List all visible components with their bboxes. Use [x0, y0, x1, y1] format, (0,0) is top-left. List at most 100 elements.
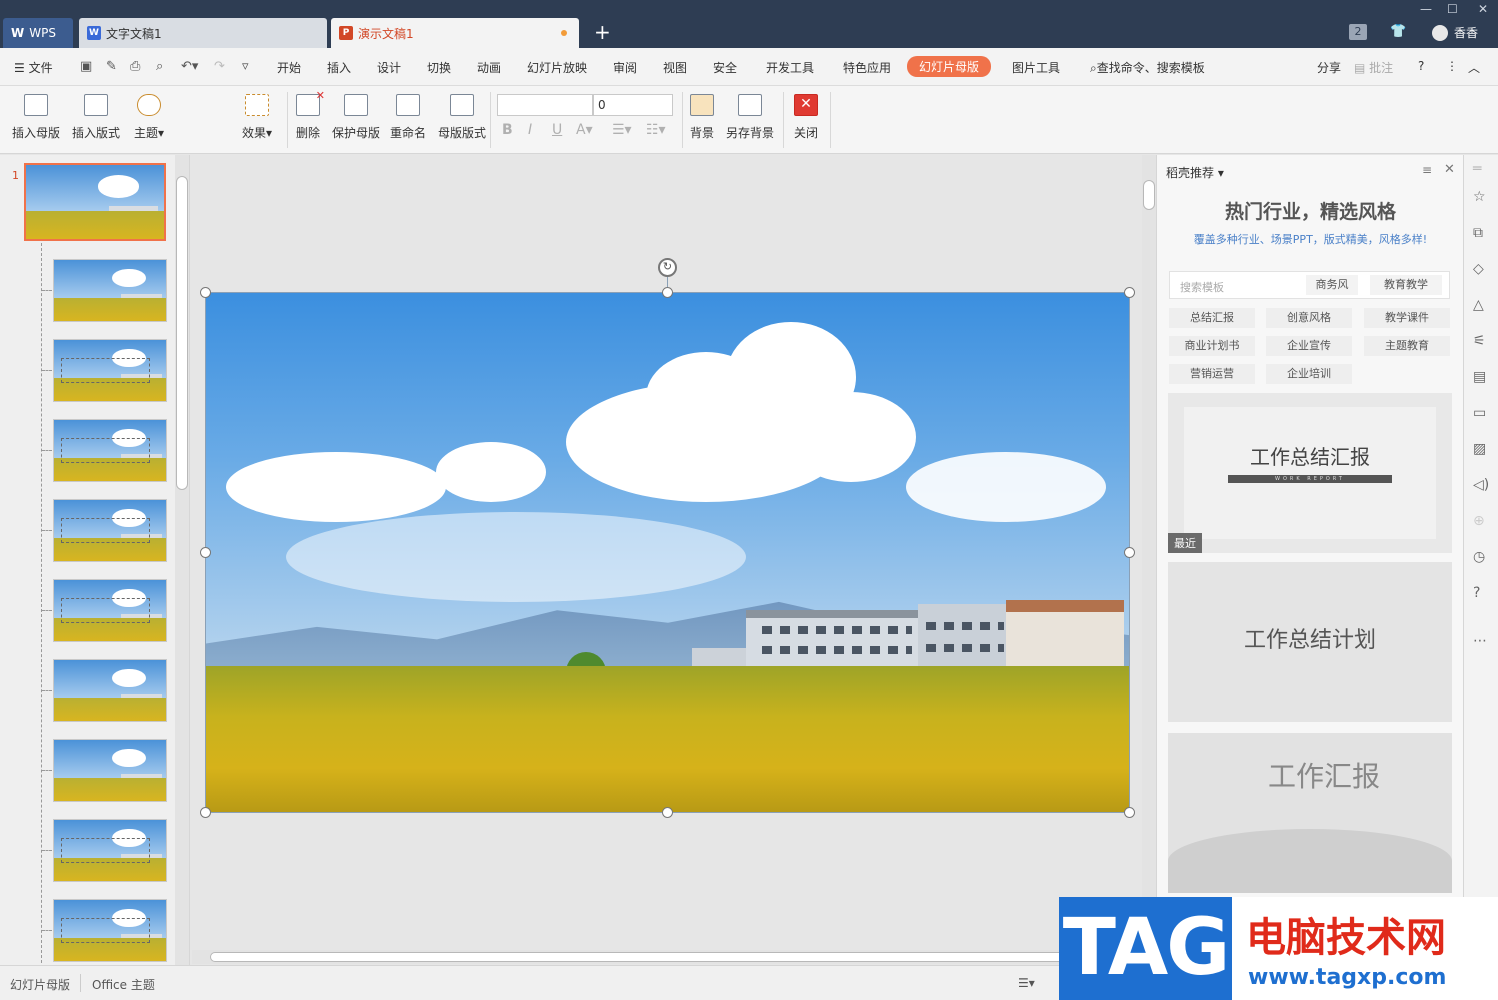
canvas-vertical-scroll-thumb[interactable]	[1143, 180, 1155, 210]
insert-master-button[interactable]: 插入母版	[12, 94, 60, 141]
menu-special[interactable]: 特色应用	[843, 59, 891, 76]
close-master-button[interactable]: ✕ 关闭	[794, 94, 818, 141]
slide-background-picture[interactable]	[206, 292, 1130, 812]
resize-handle-top[interactable]	[662, 287, 673, 298]
canvas-horizontal-scroll-thumb[interactable]	[210, 952, 1070, 962]
image-icon[interactable]: ▨	[1473, 441, 1486, 457]
customize-toolbar-icon[interactable]: ▿	[242, 59, 249, 74]
file-menu[interactable]: ☰ 文件	[14, 59, 53, 76]
comment-button[interactable]: ▤ 批注	[1354, 59, 1393, 76]
master-thumbnail[interactable]	[24, 163, 166, 241]
resize-handle-bottom[interactable]	[662, 807, 673, 818]
bullet-list-icon[interactable]: ☰▾	[612, 122, 632, 138]
insert-layout-button[interactable]: 插入版式	[72, 94, 120, 141]
menu-picture-tools[interactable]: 图片工具	[1012, 59, 1060, 76]
effect-button[interactable]: 效果▾	[242, 94, 272, 141]
save-background-button[interactable]: 另存背景	[726, 94, 774, 141]
help-circle-icon[interactable]: ?	[1473, 585, 1480, 601]
help-icon[interactable]: ?	[1418, 59, 1424, 73]
template-card-work-report-art[interactable]: 工作汇报	[1168, 733, 1452, 893]
layout-thumbnail[interactable]	[53, 499, 167, 562]
panel-menu-icon[interactable]: ≡	[1422, 163, 1432, 177]
new-tab-plus-icon[interactable]: +	[594, 20, 611, 44]
font-color-icon[interactable]: A▾	[576, 122, 593, 138]
backup-icon[interactable]: ▤	[1473, 369, 1486, 385]
user-account[interactable]: 香香	[1432, 24, 1478, 41]
menu-start[interactable]: 开始	[277, 59, 301, 76]
menu-insert[interactable]: 插入	[327, 59, 351, 76]
resize-handle-bottom-left[interactable]	[200, 807, 211, 818]
layout-thumbnail[interactable]	[53, 739, 167, 802]
menu-developer[interactable]: 开发工具	[766, 59, 814, 76]
resize-handle-top-right[interactable]	[1124, 287, 1135, 298]
command-search[interactable]: ⌕查找命令、搜索模板	[1090, 59, 1205, 76]
panel-title[interactable]: 稻壳推荐 ▾	[1166, 164, 1224, 181]
notes-icon[interactable]: ☰▾	[1018, 976, 1035, 990]
menu-security[interactable]: 安全	[713, 59, 737, 76]
layout-thumbnail[interactable]	[53, 259, 167, 322]
more-options-icon[interactable]: ⋮	[1446, 59, 1458, 73]
theme-button[interactable]: 主题▾	[134, 94, 164, 141]
search-chip-education[interactable]: 教育教学	[1370, 275, 1442, 295]
save-icon[interactable]: ▣	[80, 59, 92, 74]
status-theme[interactable]: Office 主题	[92, 976, 155, 993]
shapes-icon[interactable]: ◇	[1473, 261, 1484, 277]
numbered-list-icon[interactable]: ☷▾	[646, 122, 666, 138]
menu-slideshow[interactable]: 幻灯片放映	[527, 59, 587, 76]
window-count-badge[interactable]: 2	[1349, 24, 1367, 40]
master-layout-button[interactable]: 母版版式	[438, 94, 486, 141]
chip-corporate-promo[interactable]: 企业宣传	[1266, 336, 1352, 356]
template-search-box[interactable]: 搜索模板 商务风 教育教学	[1169, 271, 1450, 299]
copy-slides-icon[interactable]: ⧉	[1473, 225, 1483, 241]
minimize-icon[interactable]: —	[1420, 2, 1432, 16]
thumbnail-scroll-thumb[interactable]	[176, 176, 188, 490]
tab-wps[interactable]: W WPS	[3, 18, 73, 48]
tab-writer-document[interactable]: W 文字文稿1	[79, 18, 327, 48]
close-window-icon[interactable]: ✕	[1478, 2, 1488, 16]
maximize-icon[interactable]: ☐	[1447, 2, 1458, 16]
menu-transition[interactable]: 切换	[427, 59, 451, 76]
layout-thumbnail[interactable]	[53, 579, 167, 642]
chip-marketing[interactable]: 营销运营	[1169, 364, 1255, 384]
more-icon[interactable]: ⋯	[1473, 633, 1487, 649]
collapse-ribbon-icon[interactable]: ︿	[1468, 59, 1480, 76]
star-icon[interactable]: ☆	[1473, 189, 1486, 205]
history-icon[interactable]: ◷	[1473, 549, 1485, 565]
menu-view[interactable]: 视图	[663, 59, 687, 76]
tab-presentation[interactable]: P 演示文稿1	[331, 18, 579, 48]
archive-icon[interactable]: ▭	[1473, 405, 1486, 421]
resize-handle-left[interactable]	[200, 547, 211, 558]
font-name-select[interactable]	[497, 94, 593, 116]
protect-master-button[interactable]: 保护母版	[332, 94, 380, 141]
rename-button[interactable]: 重命名	[390, 94, 426, 141]
menu-animation[interactable]: 动画	[477, 59, 501, 76]
status-mode[interactable]: 幻灯片母版	[10, 976, 70, 993]
delete-button[interactable]: ✕ 删除	[296, 89, 325, 141]
font-size-select[interactable]: 0	[593, 94, 673, 116]
layout-thumbnail[interactable]	[53, 819, 167, 882]
skin-shirt-icon[interactable]: 👕	[1390, 24, 1406, 39]
chip-business-plan[interactable]: 商业计划书	[1169, 336, 1255, 356]
menu-design[interactable]: 设计	[377, 59, 401, 76]
layout-thumbnail[interactable]	[53, 419, 167, 482]
adjust-icon[interactable]: ⚟	[1473, 333, 1486, 349]
chip-theme-education[interactable]: 主题教育	[1364, 336, 1450, 356]
menu-slide-master[interactable]: 幻灯片母版	[907, 56, 992, 77]
search-chip-business[interactable]: 商务风	[1306, 275, 1358, 295]
chip-summary-report[interactable]: 总结汇报	[1169, 308, 1255, 328]
menu-review[interactable]: 审阅	[613, 59, 637, 76]
format-painter-icon[interactable]: ✎	[106, 59, 117, 74]
chip-courseware[interactable]: 教学课件	[1364, 308, 1450, 328]
italic-icon[interactable]: I	[528, 122, 532, 138]
bold-icon[interactable]: B	[502, 122, 513, 138]
resize-handle-right[interactable]	[1124, 547, 1135, 558]
text-style-icon[interactable]: △	[1473, 297, 1484, 313]
layout-thumbnail[interactable]	[53, 659, 167, 722]
chip-creative[interactable]: 创意风格	[1266, 308, 1352, 328]
underline-icon[interactable]: U	[552, 122, 562, 138]
layout-thumbnail[interactable]	[53, 899, 167, 962]
print-icon[interactable]: ⎙	[130, 59, 140, 74]
template-card-work-plan[interactable]: 工作总结计划	[1168, 562, 1452, 722]
resize-handle-bottom-right[interactable]	[1124, 807, 1135, 818]
canvas-vertical-scrollbar[interactable]	[1142, 155, 1156, 965]
